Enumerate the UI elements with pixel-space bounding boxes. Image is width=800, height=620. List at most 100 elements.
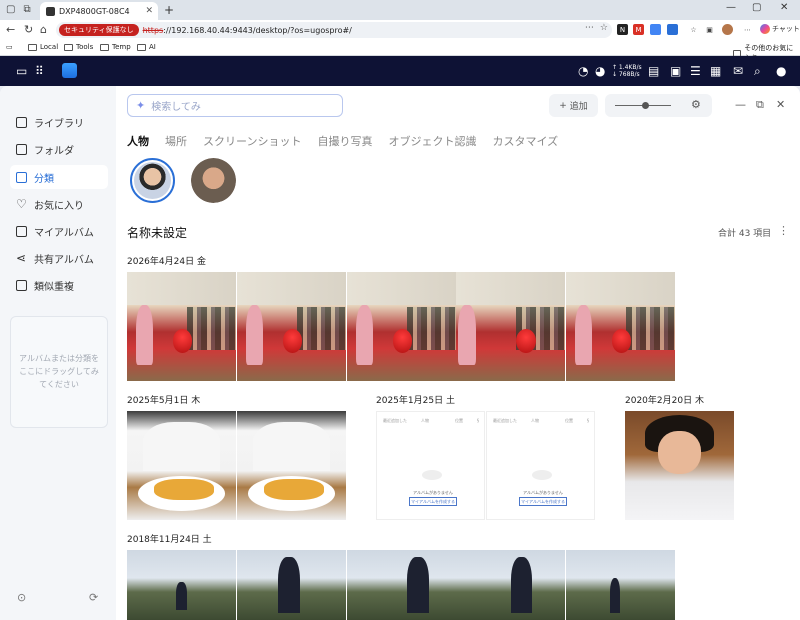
sidebar-item-label: 類似重複 [34,281,74,293]
storage-icon[interactable]: ▤ [648,64,659,78]
gmail-extension-icon[interactable]: M [633,24,644,35]
sidebar-item-library[interactable]: ライブラリ [10,110,108,134]
widgets-icon[interactable]: ▦ [710,64,721,78]
folder-icon [28,43,37,51]
tab-people[interactable]: 人物 [127,133,149,149]
window-restore-icon[interactable]: ⧉ [756,98,764,112]
cpu-gauge-icon[interactable]: ◔ [578,64,588,78]
photo-thumbnail[interactable] [566,272,675,381]
photo-thumbnail[interactable] [347,272,456,381]
slider-knob[interactable] [642,102,649,109]
workspaces-icon[interactable]: ▢ [6,4,15,15]
browser-tab[interactable]: DXP4800GT-08C4 ✕ [40,2,158,20]
collections-icon[interactable]: ▣ [704,24,715,35]
task-icon[interactable]: ▣ [670,64,681,78]
photo-thumbnail[interactable] [456,550,565,620]
tab-custom[interactable]: カスタマイズ [492,133,558,149]
search-input[interactable]: ✦ 検索してみ [127,94,343,117]
user-icon[interactable]: ● [776,64,786,78]
copilot-label: チャット [772,25,800,33]
settings-icon[interactable]: ⊙ [17,591,26,604]
tab-places[interactable]: 場所 [165,133,187,149]
bookmark-folder-ai[interactable]: AI [137,43,156,51]
more-menu-icon[interactable]: ⋮ [778,224,789,237]
photo-thumbnail[interactable] [127,550,236,620]
extension-icon[interactable] [667,24,678,35]
photos-window: ライブラリ フォルダ 分類 ♡ お気に入り マイアルバム ⋖ 共有アルバム 類似重複… [0,86,800,620]
desktop-icon[interactable]: ▭ [16,64,27,78]
photo-thumbnail[interactable] [456,272,565,381]
app-grid-icon[interactable]: ⠿ [35,64,44,78]
calendar-extension-icon[interactable] [650,24,661,35]
sidebar-item-favorites[interactable]: ♡ お気に入り [10,192,108,216]
photo-thumbnail[interactable] [127,272,236,381]
folder-icon [100,43,109,51]
photo-thumbnail[interactable] [237,550,346,620]
tab-screenshots[interactable]: スクリーンショット [203,133,301,149]
empty-illustration [422,470,442,480]
omnibox[interactable]: セキュリティ保護なし https://192.168.40.44:9443/de… [56,22,612,38]
sync-icon[interactable]: ⟳ [89,591,98,604]
sidebar-item-shared-album[interactable]: ⋖ 共有アルバム [10,246,108,270]
back-icon[interactable]: ← [6,23,15,36]
tab-title: DXP4800GT-08C4 [59,6,130,16]
photo-thumbnail[interactable] [237,411,346,520]
duplicates-icon [16,279,27,291]
bookmark-folder-tools[interactable]: Tools [64,43,93,51]
date-header: 2025年5月1日 木 [127,396,201,406]
maximize-icon[interactable]: ▢ [752,2,761,13]
bookmark-folder-temp[interactable]: Temp [100,43,131,51]
notion-extension-icon[interactable]: N [617,24,628,35]
avatar [134,162,171,199]
photo-thumbnail[interactable] [625,411,734,520]
photo-thumbnail[interactable] [347,550,456,620]
bookmark-folder-local[interactable]: Local [28,43,58,51]
more-options-icon[interactable]: ⋯ [585,23,594,33]
photo-thumbnail[interactable] [566,550,675,620]
tab-selfies[interactable]: 自撮り写真 [317,133,372,149]
sidebar-item-folder[interactable]: フォルダ [10,137,108,161]
url-text[interactable]: https://192.168.40.44:9443/desktop/?os=u… [143,26,352,35]
close-tab-icon[interactable]: ✕ [145,6,153,16]
screenshot-thumbnail[interactable]: 最近追加した 人物 位置 § アルバムがありません マイアルバムを作成する [486,411,595,520]
photos-app-icon[interactable] [62,63,77,78]
copilot-button[interactable]: チャット [760,24,800,34]
profile-avatar[interactable] [722,24,733,35]
thumb-label: 最近追加した [493,418,517,423]
bookmark-label: Local [40,43,59,51]
window-close-icon[interactable]: ✕ [776,98,785,111]
favorite-star-icon[interactable]: ☆ [600,23,608,33]
close-window-icon[interactable]: ✕ [780,2,788,13]
photo-thumbnail[interactable] [237,272,346,381]
ram-gauge-icon[interactable]: ◕ [595,64,605,78]
home-icon[interactable]: ⌂ [40,23,47,36]
sidebar-item-label: ライブラリ [34,118,84,130]
settings-more-icon[interactable]: ⋯ [742,24,753,35]
notification-icon[interactable]: ✉ [733,64,743,78]
tab-actions-icon[interactable]: ⧉ [23,4,30,15]
photo-thumbnail[interactable] [127,411,236,520]
sidebar-item-duplicates[interactable]: 類似重複 [10,273,108,297]
list-icon[interactable]: ☰ [690,64,701,78]
favorites-icon[interactable]: ☆ [688,24,699,35]
refresh-icon[interactable]: ↻ [24,23,33,36]
add-button[interactable]: + 追加 [549,94,598,117]
security-badge[interactable]: セキュリティ保護なし [59,24,139,36]
search-icon[interactable]: ⌕ [754,64,761,79]
bookmark-apps-icon[interactable]: ▭ [6,43,13,51]
tab-objects[interactable]: オブジェクト認識 [388,133,476,149]
sidebar-item-label: 共有アルバム [34,254,94,266]
empty-illustration [532,470,552,480]
person-avatar-man[interactable] [191,158,236,203]
person-avatar-child[interactable] [130,158,175,203]
new-tab-button[interactable]: + [164,3,174,17]
thumbnail-size-slider[interactable]: ⚙ [605,94,712,117]
filter-settings-icon[interactable]: ⚙ [691,98,701,111]
album-dropzone[interactable]: アルバムまたは分類をここにドラッグしてみてください [10,316,108,428]
window-minimize-icon[interactable]: — [735,98,746,111]
minimize-icon[interactable]: — [726,2,736,13]
sidebar-item-my-album[interactable]: マイアルバム [10,219,108,243]
sidebar-item-classification[interactable]: 分類 [10,165,108,189]
url-rest: ://192.168.40.44:9443/desktop/?os=ugospr… [163,25,352,35]
screenshot-thumbnail[interactable]: 最近追加した 人物 位置 § アルバムがありません マイアルバムを作成する [376,411,485,520]
